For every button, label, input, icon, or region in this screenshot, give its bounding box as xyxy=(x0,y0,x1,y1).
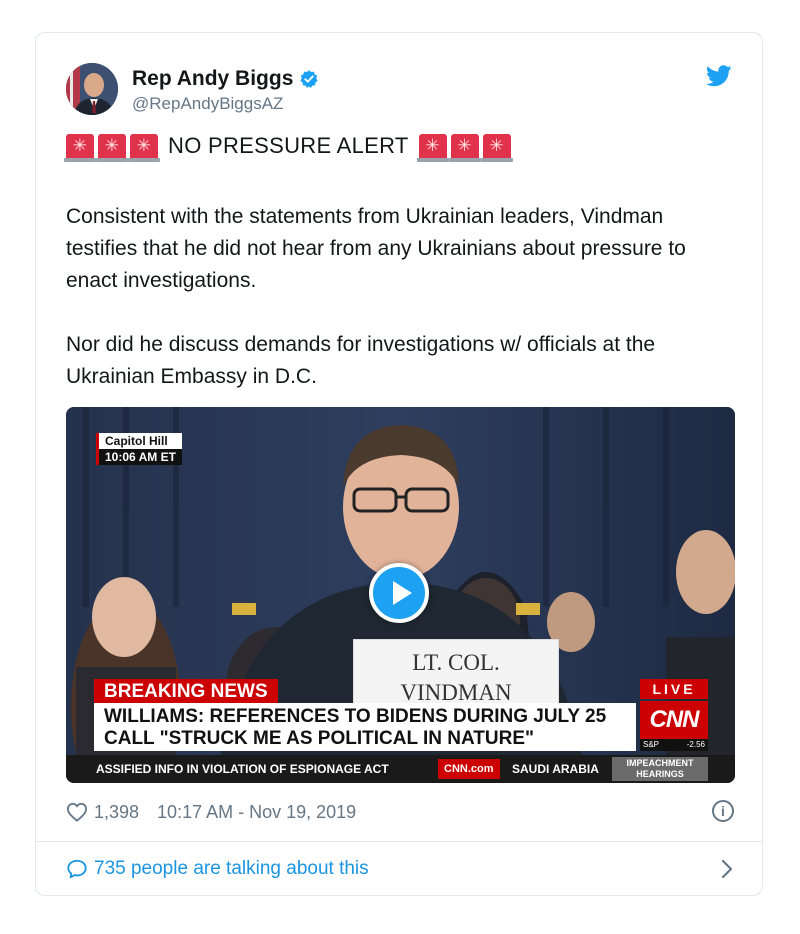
live-tag: LIVE xyxy=(640,679,708,699)
cnn-logo: CNN xyxy=(640,701,708,739)
news-headline: WILLIAMS: REFERENCES TO BIDENS DURING JU… xyxy=(94,703,636,751)
tweet-meta: 1,398 10:17 AM - Nov 19, 2019 i xyxy=(66,799,734,825)
speech-bubble-icon xyxy=(67,859,87,879)
news-ticker: ASSIFIED INFO IN VIOLATION OF ESPIONAGE … xyxy=(66,755,735,783)
play-button[interactable] xyxy=(369,563,429,623)
siren-group-left xyxy=(64,134,160,162)
market-label: S&P xyxy=(643,740,660,749)
location-bug: Capitol Hill 10:06 AM ET xyxy=(96,433,182,465)
siren-icon xyxy=(96,134,128,162)
video-player[interactable]: Capitol Hill 10:06 AM ET LT. COL. VINDMA… xyxy=(66,407,735,783)
ticker-tag-line2: HEARINGS xyxy=(636,769,684,779)
author-name-text[interactable]: Rep Andy Biggs xyxy=(132,67,293,91)
location-time: 10:06 AM ET xyxy=(99,449,182,465)
tweet-body: Consistent with the statements from Ukra… xyxy=(66,201,738,425)
heart-icon[interactable] xyxy=(66,802,88,822)
ticker-site: CNN.com xyxy=(438,759,500,779)
siren-icon xyxy=(128,134,160,162)
avatar[interactable] xyxy=(66,63,118,115)
siren-icon xyxy=(448,134,481,162)
breaking-news-label: BREAKING NEWS xyxy=(94,679,278,703)
conversation-link[interactable]: 735 people are talking about this xyxy=(66,855,734,883)
market-value: -2.56 xyxy=(686,740,705,749)
twitter-bird-icon[interactable] xyxy=(706,65,732,87)
alert-line: NO PRESSURE ALERT xyxy=(64,133,513,162)
tweet-timestamp[interactable]: 10:17 AM - Nov 19, 2019 xyxy=(157,802,356,823)
tweet-paragraph-2: Nor did he discuss demands for investiga… xyxy=(66,333,656,388)
info-icon[interactable]: i xyxy=(712,800,734,822)
conversation-text[interactable]: 735 people are talking about this xyxy=(94,858,369,880)
author-name[interactable]: Rep Andy Biggs xyxy=(132,67,319,91)
ticker-tag-line1: IMPEACHMENT xyxy=(626,758,694,768)
tweet-paragraph-1: Consistent with the statements from Ukra… xyxy=(66,205,686,292)
ticker-tag: IMPEACHMENT HEARINGS xyxy=(612,757,708,781)
divider xyxy=(36,841,762,842)
like-count[interactable]: 1,398 xyxy=(94,802,139,823)
alert-text: NO PRESSURE ALERT xyxy=(168,133,409,158)
siren-icon xyxy=(64,134,96,162)
market-ticker: S&P -2.56 xyxy=(640,739,708,751)
siren-icon xyxy=(416,134,449,162)
tweet-card[interactable]: Rep Andy Biggs @RepAndyBiggsAZ NO PRESSU… xyxy=(35,32,763,896)
chevron-right-icon[interactable] xyxy=(720,858,734,880)
author-handle[interactable]: @RepAndyBiggsAZ xyxy=(132,94,283,114)
location-name: Capitol Hill xyxy=(105,434,168,448)
avatar-photo xyxy=(66,63,118,115)
siren-group-right xyxy=(416,134,513,162)
siren-icon xyxy=(480,134,513,162)
ticker-text: ASSIFIED INFO IN VIOLATION OF ESPIONAGE … xyxy=(96,762,389,776)
nameplate-rank: LT. COL. xyxy=(412,650,500,675)
ticker-text-2: SAUDI ARABIA xyxy=(512,762,599,776)
verified-badge-icon xyxy=(300,70,318,88)
